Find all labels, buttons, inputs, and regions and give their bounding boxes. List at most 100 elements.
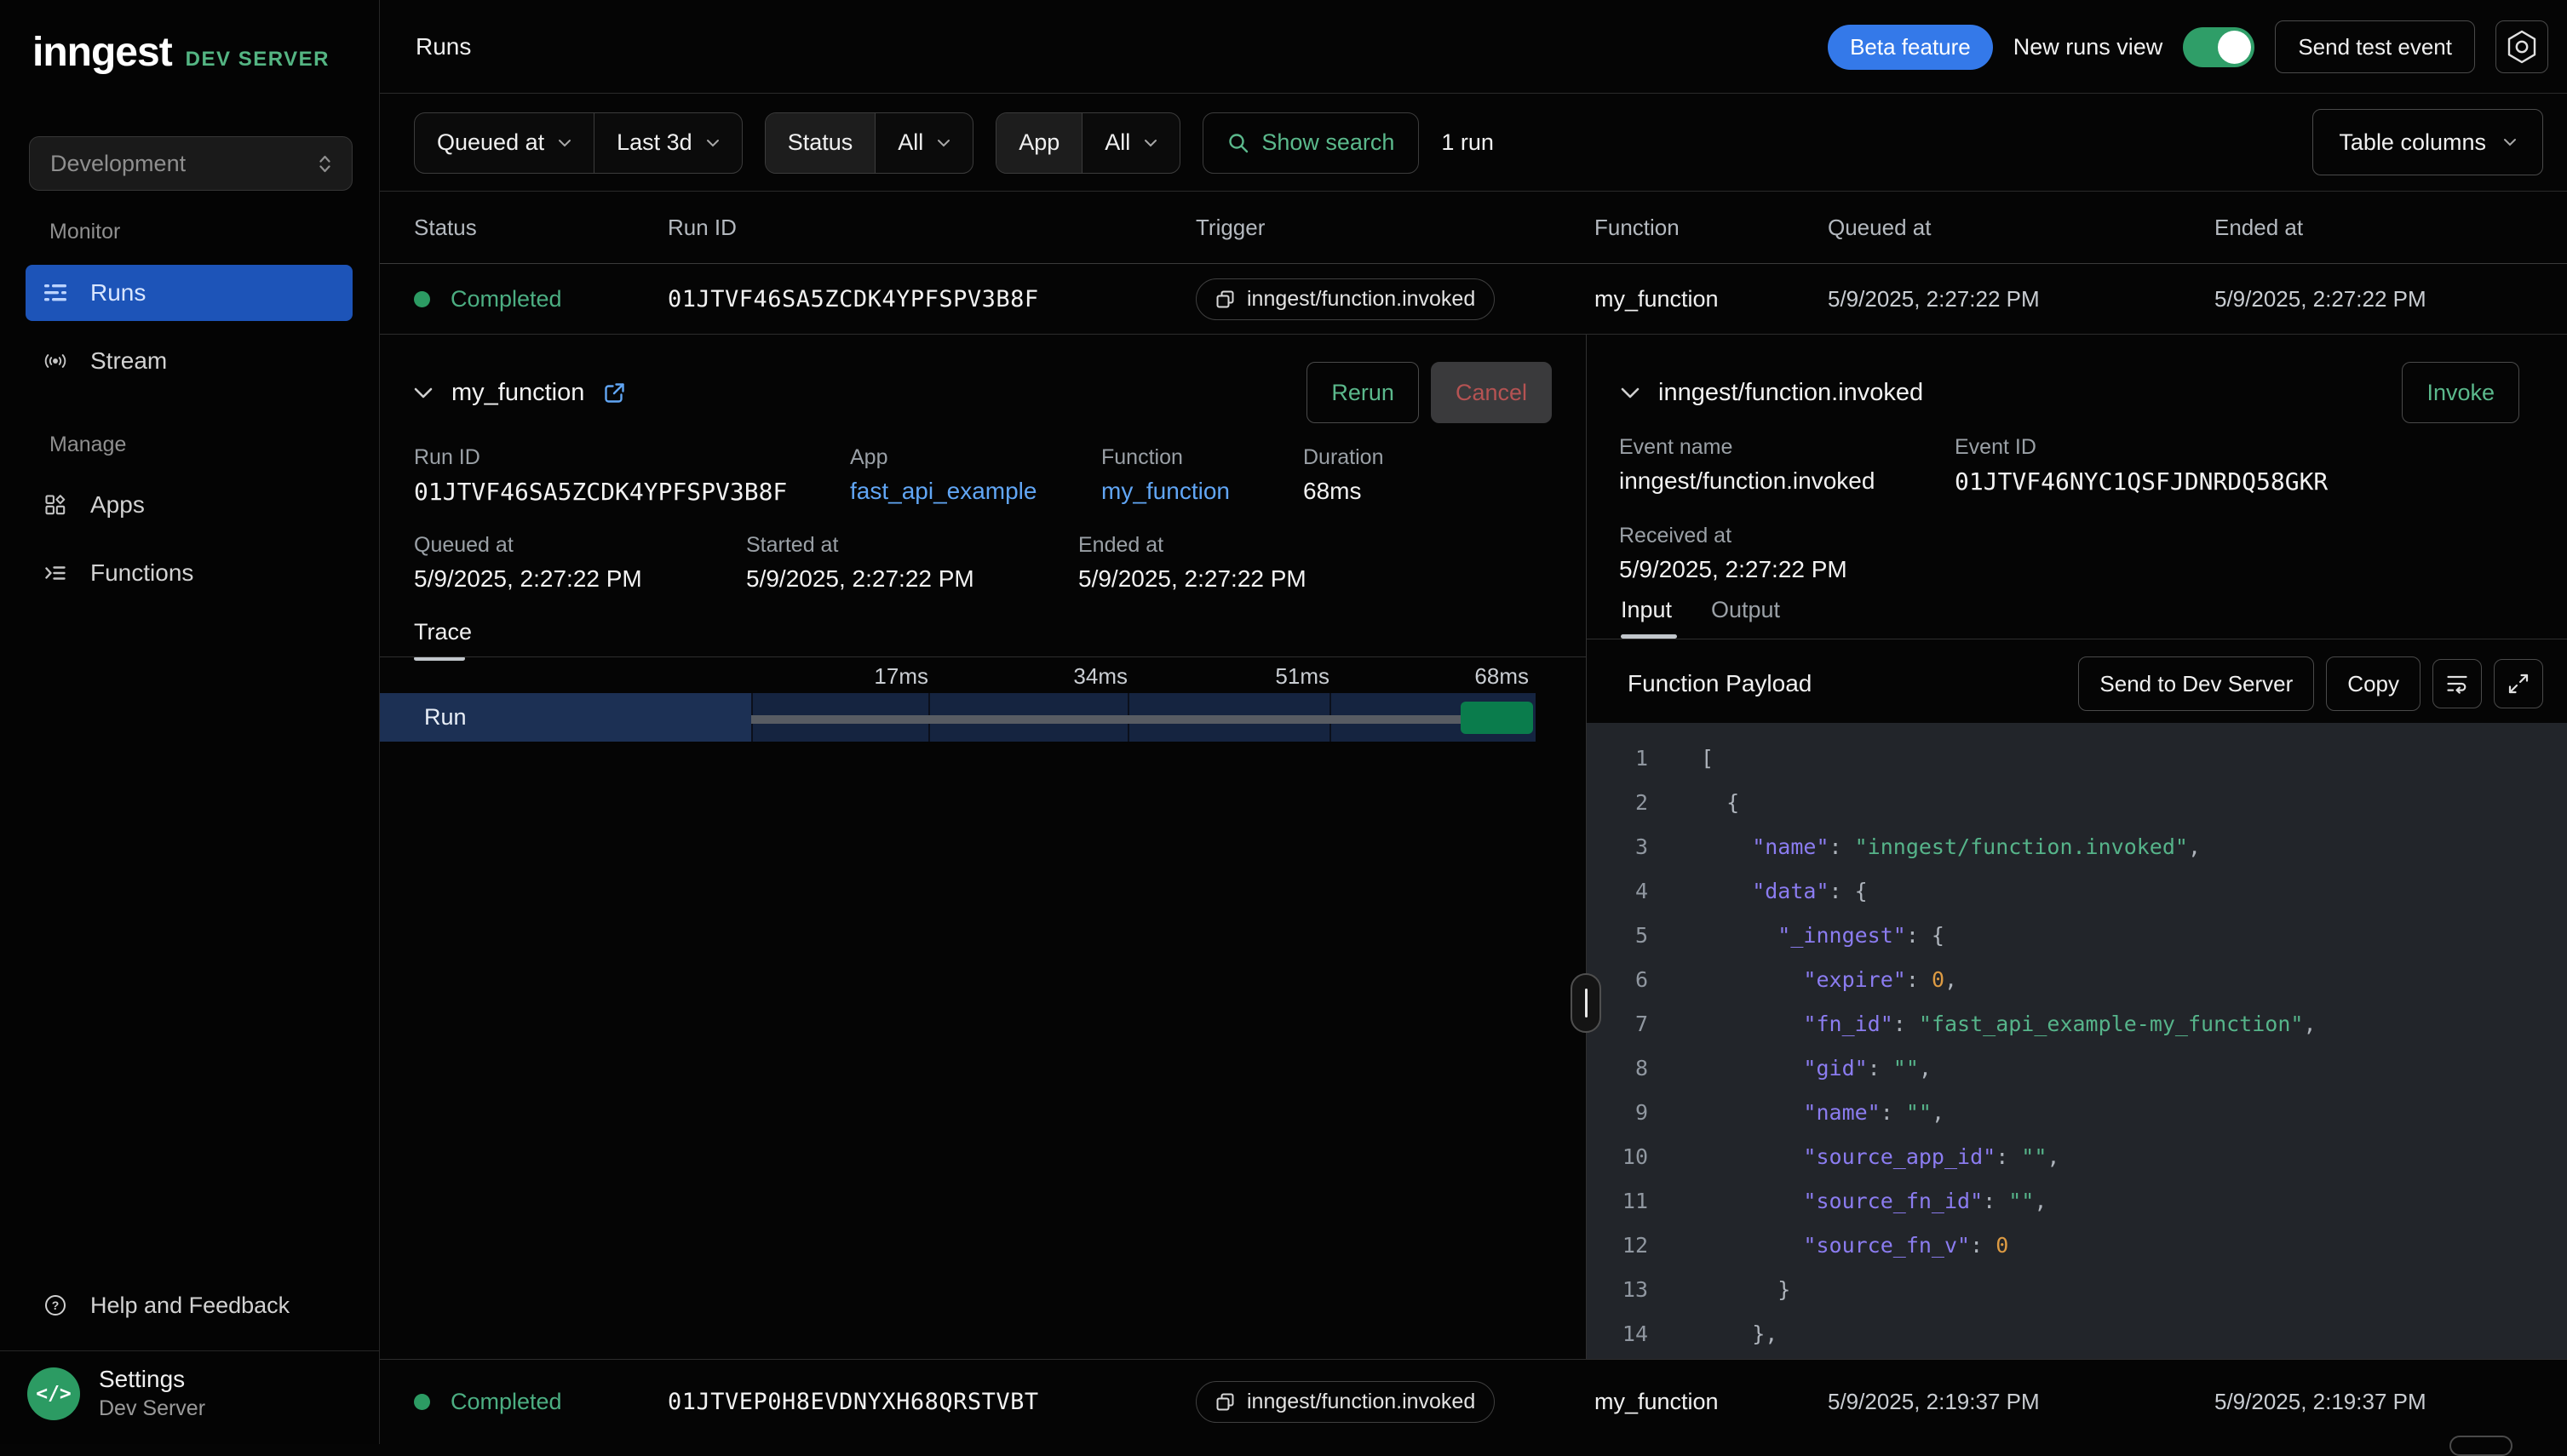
gear-icon [2506, 30, 2538, 64]
trace-execution-block[interactable] [1461, 702, 1533, 734]
trigger-pill[interactable]: inngest/function.invoked [1196, 1381, 1495, 1423]
col-header-trigger: Trigger [1196, 215, 1594, 241]
logo: inngest DEV SERVER [32, 29, 330, 76]
tab-input[interactable]: Input [1621, 597, 1677, 639]
app-link[interactable]: fast_api_example [850, 478, 1037, 505]
app-filter-dropdown[interactable]: All [1082, 113, 1180, 173]
trace-tick: 51ms [1219, 663, 1329, 690]
sidebar-item-stream[interactable]: Stream [26, 333, 353, 389]
word-wrap-icon [2446, 674, 2468, 694]
run-id-cell: 01JTVEP0H8EVDNYXH68QRSTVBT [668, 1389, 1196, 1415]
field-received-at: Received at 5/9/2025, 2:27:22 PM [1619, 524, 1847, 583]
settings-title: Settings [99, 1366, 205, 1393]
collapse-chevron-icon[interactable] [1621, 387, 1640, 398]
event-icon [1215, 289, 1235, 309]
trace-tick: 34ms [1017, 663, 1128, 690]
help-icon: ? [44, 1294, 66, 1316]
trigger-cell: inngest/function.invoked [1196, 1381, 1594, 1423]
status-label: Completed [451, 1389, 562, 1415]
partial-button[interactable] [2449, 1436, 2512, 1456]
help-and-feedback[interactable]: ? Help and Feedback [26, 1279, 353, 1332]
field-run-id: Run ID 01JTVF46SA5ZCDK4YPFSPV3B8F [414, 445, 787, 506]
field-duration: Duration 68ms [1303, 445, 1384, 505]
section-label-monitor: Monitor [49, 220, 120, 244]
table-row[interactable]: Completed 01JTVF46SA5ZCDK4YPFSPV3B8F inn… [380, 264, 2567, 334]
panel-resize-handle[interactable] [1571, 973, 1601, 1033]
external-link-icon[interactable] [603, 381, 626, 404]
cancel-button[interactable]: Cancel [1431, 362, 1552, 423]
workspace-select[interactable]: Development [29, 136, 353, 191]
help-label: Help and Feedback [90, 1293, 290, 1319]
sidebar-item-label: Functions [90, 559, 193, 587]
chevron-down-icon [558, 139, 571, 147]
function-link[interactable]: my_function [1101, 478, 1230, 505]
rerun-button[interactable]: Rerun [1306, 362, 1419, 423]
ended-at-cell: 5/9/2025, 2:27:22 PM [2214, 286, 2567, 312]
settings-gear-button[interactable] [2495, 20, 2548, 73]
trigger-pill[interactable]: inngest/function.invoked [1196, 278, 1495, 320]
sidebar-item-apps[interactable]: Apps [26, 477, 353, 533]
sidebar-divider [0, 1350, 379, 1351]
beta-feature-badge: Beta feature [1828, 25, 1993, 70]
expand-button[interactable] [2494, 659, 2543, 708]
col-header-ended-at: Ended at [2214, 215, 2567, 241]
show-search-button[interactable]: Show search [1203, 112, 1419, 174]
ended-at-cell: 5/9/2025, 2:19:37 PM [2214, 1389, 2567, 1415]
settings-entry[interactable]: </> Settings Dev Server [27, 1366, 205, 1421]
time-field-value: Queued at [437, 129, 544, 156]
field-queued-at: Queued at 5/9/2025, 2:27:22 PM [414, 533, 642, 593]
function-cell: my_function [1594, 286, 1828, 312]
collapse-chevron-icon[interactable] [414, 387, 433, 398]
event-icon [1215, 1392, 1235, 1412]
sidebar-item-label: Runs [90, 279, 146, 307]
status-cell: Completed [414, 286, 668, 312]
payload-header: Function Payload Send to Dev Server Copy [1628, 651, 2543, 716]
app-filter-label: App [996, 113, 1082, 173]
sidebar-item-functions[interactable]: Functions [26, 545, 353, 601]
status-filter-value: All [898, 129, 923, 156]
col-header-run-id: Run ID [668, 215, 1196, 241]
status-dot-completed [414, 291, 430, 307]
table-row[interactable]: Completed 01JTVEP0H8EVDNYXH68QRSTVBT inn… [380, 1359, 2567, 1443]
status-filter-dropdown[interactable]: All [875, 113, 973, 173]
runs-icon [44, 284, 66, 302]
logo-wordmark: inngest [32, 29, 172, 76]
sidebar-item-runs[interactable]: Runs [26, 265, 353, 321]
show-search-label: Show search [1261, 129, 1394, 156]
new-runs-view-toggle[interactable] [2183, 27, 2254, 67]
status-filter-group: Status All [765, 112, 974, 174]
trace-run-row[interactable]: Run [380, 693, 1536, 742]
trace-row-label: Run [380, 693, 751, 742]
field-started-at: Started at 5/9/2025, 2:27:22 PM [746, 533, 974, 593]
runs-table-header: Status Run ID Trigger Function Queued at… [380, 192, 2567, 264]
col-header-function: Function [1594, 215, 1828, 241]
status-cell: Completed [414, 1389, 668, 1415]
copy-button[interactable]: Copy [2326, 656, 2421, 711]
field-event-id: Event ID 01JTVF46NYC1QSFJDNRDQ58GKR [1955, 435, 2328, 496]
field-event-name: Event name inngest/function.invoked [1619, 435, 1875, 495]
time-range-dropdown[interactable]: Last 3d [594, 113, 742, 173]
send-to-dev-server-button[interactable]: Send to Dev Server [2078, 656, 2314, 711]
trace-duration-bar [751, 715, 1461, 724]
select-updown-icon [319, 154, 331, 174]
send-test-event-button[interactable]: Send test event [2275, 20, 2475, 73]
field-ended-at: Ended at 5/9/2025, 2:27:22 PM [1078, 533, 1306, 593]
table-columns-button[interactable]: Table columns [2312, 109, 2543, 175]
payload-code[interactable]: 1[2 {3 "name": "inngest/function.invoked… [1587, 723, 2567, 1360]
section-label-manage: Manage [49, 433, 126, 457]
dev-server-badge: DEV SERVER [186, 48, 330, 72]
word-wrap-button[interactable] [2432, 659, 2482, 708]
run-count: 1 run [1441, 129, 1494, 156]
trigger-label: inngest/function.invoked [1247, 287, 1475, 312]
invoke-button[interactable]: Invoke [2402, 362, 2519, 423]
tab-trace[interactable]: Trace [414, 619, 472, 661]
run-detail-section: my_function Rerun Cancel Run ID 01JTVF46… [380, 334, 2567, 1359]
chevron-down-icon [937, 139, 950, 147]
sidebar-item-label: Apps [90, 491, 145, 519]
event-panel: inngest/function.invoked Invoke Event na… [1586, 335, 2567, 1360]
time-field-dropdown[interactable]: Queued at [415, 113, 594, 173]
run-detail-title: my_function [451, 379, 584, 407]
status-filter-label: Status [766, 113, 876, 173]
filter-bar: Queued at Last 3d Status All [380, 94, 2567, 192]
tab-output[interactable]: Output [1711, 597, 1780, 623]
